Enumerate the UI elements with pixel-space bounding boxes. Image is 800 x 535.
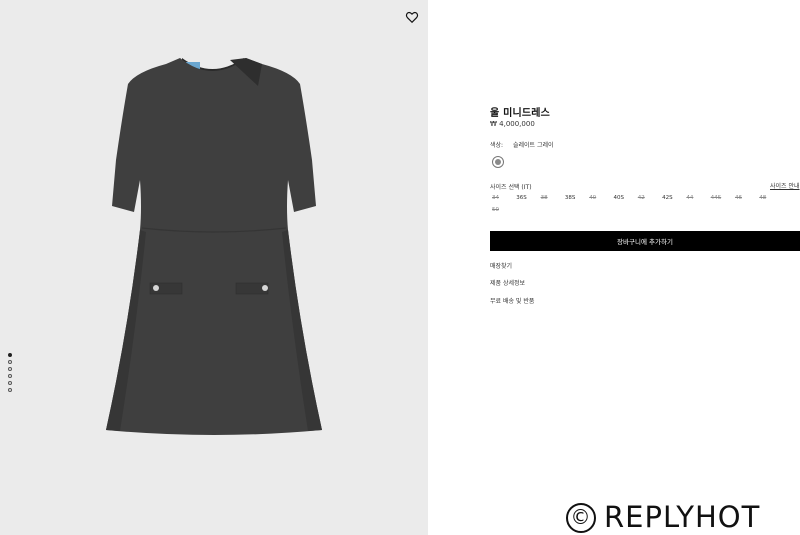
size-option[interactable]: 38S [565,195,589,201]
size-option[interactable]: 46 [735,195,759,201]
color-info: 색상: 슬레이트 그레이 [490,140,554,149]
product-image-gallery[interactable] [0,0,428,535]
store-finder-link[interactable]: 매장찾기 [490,261,512,270]
product-image-dress [106,58,322,435]
size-option[interactable]: 44S [711,195,735,201]
heart-icon[interactable] [405,10,419,24]
gallery-dot[interactable] [8,353,12,357]
size-option[interactable]: 44 [686,195,710,201]
add-to-cart-button[interactable]: 장바구니에 추가하기 [490,231,800,251]
product-details-link[interactable]: 제품 상세정보 [490,278,525,287]
product-info-panel [428,0,800,535]
product-price: ₩ 4,000,000 [490,120,535,128]
size-option[interactable]: 38 [541,195,565,201]
color-label: 색상: [490,142,504,149]
jewel-button-right [262,285,268,291]
size-option[interactable]: 42 [638,195,662,201]
watermark-text: REPLYHOT [604,500,761,534]
gallery-dot[interactable] [8,367,12,371]
size-select-label: 사이즈 선택 (IT) [490,184,532,191]
size-option[interactable]: 36S [516,195,540,201]
gallery-dot[interactable] [8,388,12,392]
color-swatch[interactable] [492,156,504,168]
jewel-button-left [153,285,159,291]
gallery-dot[interactable] [8,381,12,385]
gallery-dot[interactable] [8,360,12,364]
size-option[interactable]: 34 [492,195,516,201]
size-option[interactable]: 48 [759,195,783,201]
shipping-returns-link[interactable]: 무료 배송 및 반품 [490,296,534,305]
watermark: © REPLYHOT [566,500,760,534]
gallery-dot[interactable] [8,374,12,378]
size-guide-link[interactable]: 사이즈 안내 [770,181,800,190]
size-option[interactable]: 40S [613,195,637,201]
size-options: 34 36S 38 38S 40 40S 42 42S 44 44S 46 48… [492,195,792,213]
size-option[interactable]: 50 [492,207,516,213]
copyright-symbol: © [566,503,596,533]
size-option[interactable]: 40 [589,195,613,201]
product-title: 울 미니드레스 [490,108,551,119]
size-option[interactable]: 42S [662,195,686,201]
gallery-pagination [8,353,12,392]
color-value: 슬레이트 그레이 [512,142,554,149]
